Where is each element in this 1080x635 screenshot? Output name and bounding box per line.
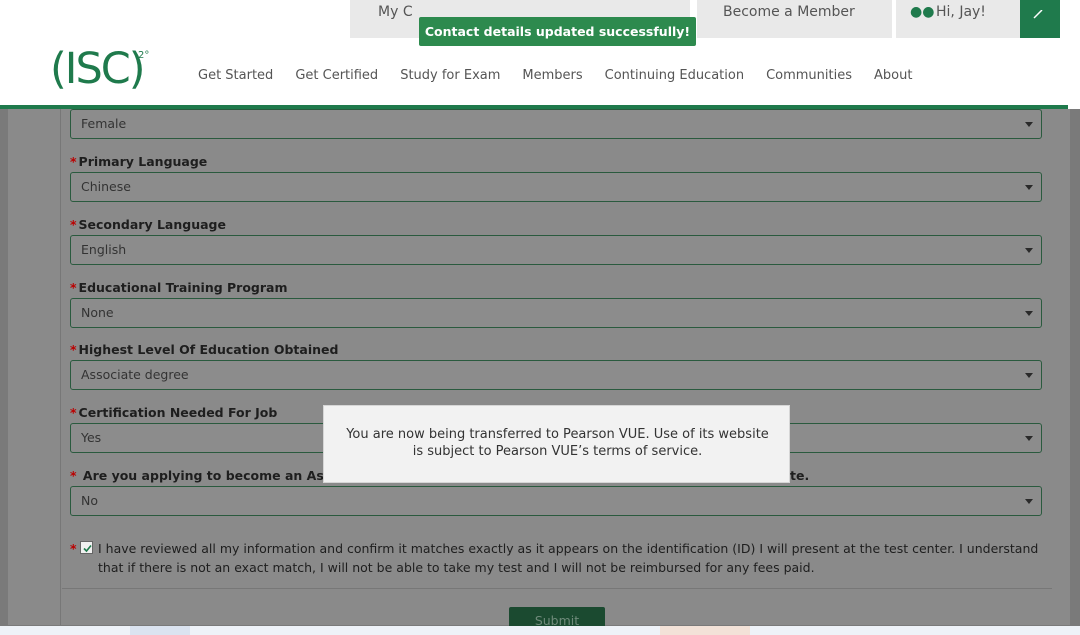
educational-training-label: * Educational Training Program	[70, 280, 288, 295]
primary-language-select[interactable]: Chinese	[70, 172, 1042, 202]
checkmark-icon	[83, 544, 92, 553]
utility-bar-segment: Become a Member	[697, 0, 892, 38]
chevron-down-icon	[1025, 122, 1033, 127]
associate-applying-select[interactable]: No	[70, 486, 1042, 516]
utility-bar-segment: ●● Hi, Jay!	[896, 0, 1020, 38]
associate-applying-label: * Are you applying to become an Associat	[70, 468, 366, 483]
highest-education-label: * Highest Level Of Education Obtained	[70, 342, 338, 357]
certification-needed-value: Yes	[81, 430, 102, 445]
highest-education-select[interactable]: Associate degree	[70, 360, 1042, 390]
nav-get-certified[interactable]: Get Certified	[295, 68, 378, 83]
form-divider	[62, 588, 1052, 589]
associate-applying-label-end: te.	[790, 468, 810, 483]
user-greeting[interactable]: Hi, Jay!	[936, 4, 986, 20]
gender-value: Female	[81, 116, 127, 131]
utility-link-my-account[interactable]: My C	[378, 4, 413, 20]
footer-decoration	[660, 626, 750, 635]
nav-continuing-education[interactable]: Continuing Education	[605, 68, 744, 83]
label-text: Highest Level Of Education Obtained	[78, 342, 339, 357]
certification-needed-label: * Certification Needed For Job	[70, 405, 277, 420]
chevron-down-icon	[1025, 185, 1033, 190]
required-marker: *	[70, 280, 77, 295]
chevron-down-icon	[1025, 248, 1033, 253]
chevron-down-icon	[1025, 499, 1033, 504]
site-header: My C Become a Member ●● Hi, Jay! Contact…	[0, 0, 1080, 109]
primary-language-value: Chinese	[81, 179, 131, 194]
isc2-logo[interactable]: (ISC) 2°	[50, 44, 160, 94]
secondary-language-value: English	[81, 242, 127, 257]
redirect-modal: You are now being transferred to Pearson…	[323, 405, 790, 483]
required-marker: *	[70, 154, 77, 169]
utility-link-become-member[interactable]: Become a Member	[723, 4, 855, 20]
educational-training-select[interactable]: None	[70, 298, 1042, 328]
main-nav: Get Started Get Certified Study for Exam…	[198, 68, 934, 83]
required-marker: *	[70, 342, 77, 357]
educational-training-value: None	[81, 305, 114, 320]
redirect-message: You are now being transferred to Pearson…	[346, 427, 769, 459]
required-marker: *	[70, 217, 77, 232]
secondary-language-select[interactable]: English	[70, 235, 1042, 265]
chevron-down-icon	[1025, 311, 1033, 316]
chevron-down-icon	[1025, 436, 1033, 441]
confirm-id-text: I have reviewed all my information and c…	[98, 541, 1039, 575]
secondary-language-label: * Secondary Language	[70, 217, 226, 232]
required-marker: *	[70, 468, 77, 483]
gender-select[interactable]: Female	[70, 109, 1042, 139]
required-marker: *	[70, 405, 77, 420]
nav-get-started[interactable]: Get Started	[198, 68, 273, 83]
nav-members[interactable]: Members	[522, 68, 582, 83]
label-text: Certification Needed For Job	[78, 405, 278, 420]
logo-text: (ISC)	[50, 44, 146, 94]
nav-study-for-exam[interactable]: Study for Exam	[400, 68, 500, 83]
label-text: Educational Training Program	[78, 280, 288, 295]
nav-communities[interactable]: Communities	[766, 68, 852, 83]
label-text: Primary Language	[78, 154, 208, 169]
primary-language-label: * Primary Language	[70, 154, 207, 169]
logo-superscript: 2°	[138, 50, 150, 61]
confirm-id-checkbox[interactable]	[80, 541, 93, 554]
highest-education-value: Associate degree	[81, 367, 189, 382]
required-marker: *	[70, 541, 77, 556]
user-icon: ●●	[910, 4, 935, 20]
nav-about[interactable]: About	[874, 68, 912, 83]
chevron-down-icon	[1025, 373, 1033, 378]
footer-decoration	[130, 626, 190, 635]
search-button[interactable]	[1020, 0, 1060, 38]
success-toast: Contact details updated successfully!	[419, 17, 696, 46]
associate-applying-value: No	[81, 493, 98, 508]
label-text: Secondary Language	[78, 217, 226, 232]
search-icon	[1033, 10, 1043, 19]
